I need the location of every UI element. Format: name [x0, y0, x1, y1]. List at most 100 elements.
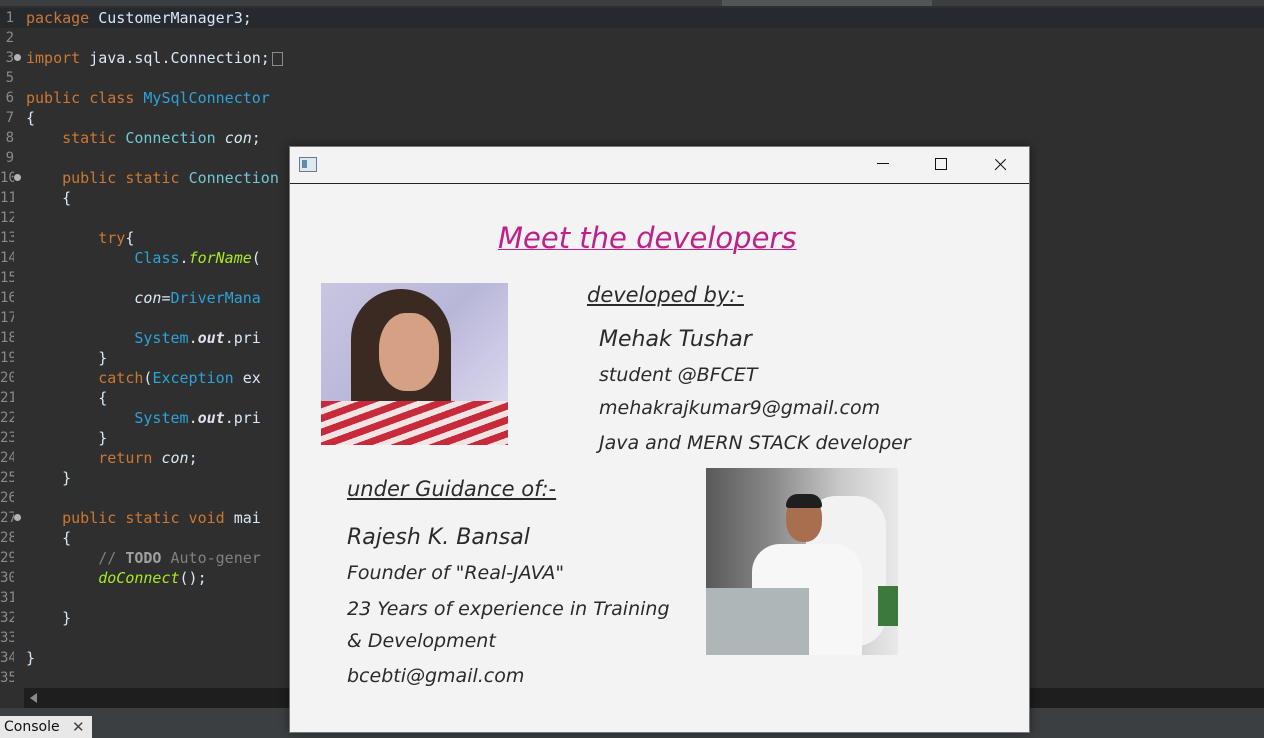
line-number: 20	[0, 370, 14, 386]
code-line[interactable]: 2	[0, 28, 1264, 48]
line-number: 25	[0, 470, 14, 486]
code-text: }	[26, 648, 35, 668]
line-number: 5	[5, 70, 14, 86]
code-token: }	[26, 469, 72, 487]
fold-toggle-icon[interactable]	[14, 54, 21, 61]
code-token: {	[26, 389, 108, 407]
code-token: Class	[134, 249, 180, 267]
fold-toggle-icon[interactable]	[14, 174, 21, 181]
code-token: =	[161, 289, 171, 307]
minimize-button[interactable]	[853, 147, 911, 183]
code-text: public static void mai	[26, 508, 261, 528]
code-token: //	[98, 549, 126, 567]
line-number: 28	[0, 530, 14, 546]
line-number: 23	[0, 430, 14, 446]
code-text: public static Connection	[26, 168, 279, 188]
code-text: }	[26, 428, 107, 448]
line-number: 30	[0, 570, 14, 586]
code-token: {	[26, 529, 72, 547]
line-number: 7	[5, 110, 14, 126]
line-number: 8	[5, 130, 14, 146]
line-number: 3	[5, 50, 14, 66]
java-window-icon	[299, 157, 317, 172]
code-token: return	[98, 449, 162, 467]
scroll-left-arrow-icon[interactable]	[30, 693, 37, 703]
line-number: 33	[0, 630, 14, 646]
line-number: 16	[0, 290, 14, 306]
photo-face	[379, 313, 439, 391]
line-number: 17	[0, 310, 14, 326]
code-token: static	[62, 129, 126, 147]
code-line[interactable]: 3 import java.sql.Connection;	[0, 48, 1264, 68]
folded-imports-icon[interactable]	[271, 51, 283, 66]
maximize-icon	[935, 158, 947, 170]
code-text: doConnect();	[26, 568, 206, 588]
code-token: System	[134, 329, 189, 347]
code-text: static Connection con;	[26, 128, 261, 148]
dialog-titlebar[interactable]	[290, 147, 1029, 184]
line-number: 27	[0, 510, 14, 526]
fold-toggle-icon[interactable]	[14, 514, 21, 521]
code-token: package	[26, 9, 99, 27]
line-number: 13	[0, 230, 14, 246]
code-token: pri	[233, 329, 261, 347]
maximize-button[interactable]	[911, 147, 969, 183]
code-token: Auto-gener	[161, 549, 261, 567]
line-number: 32	[0, 610, 14, 626]
line-number: 1	[5, 10, 14, 26]
line-number: 35	[0, 670, 14, 686]
tab-console-label: Console	[4, 719, 60, 735]
line-number: 21	[0, 390, 14, 406]
code-token: ex	[242, 369, 261, 387]
code-text: {	[26, 528, 71, 548]
code-line[interactable]: 6 public class MySqlConnector	[0, 88, 1264, 108]
close-button[interactable]	[970, 147, 1028, 183]
code-line[interactable]: 5	[0, 68, 1264, 88]
developer-skills: Java and MERN STACK developer	[599, 432, 911, 454]
code-line[interactable]: 1 package CustomerManager3;	[0, 8, 1264, 28]
code-token: {	[26, 189, 72, 207]
developer-photo	[321, 283, 508, 445]
code-token: public class	[26, 89, 144, 107]
code-text: catch(Exception ex	[26, 368, 261, 388]
line-number: 2	[5, 30, 14, 46]
code-token: out	[197, 329, 225, 347]
close-icon[interactable]: ✕	[72, 716, 85, 738]
code-token: pri	[233, 409, 261, 427]
code-token: .	[224, 329, 234, 347]
page-title: Meet the developers	[498, 221, 797, 255]
code-text: {	[26, 388, 107, 408]
code-line[interactable]: 7{	[0, 108, 1264, 128]
guidance-label: under Guidance of:-	[347, 477, 557, 501]
line-number: 24	[0, 450, 14, 466]
code-text: con=DriverMana	[26, 288, 261, 308]
code-token: Connection	[188, 169, 279, 187]
mentor-name: Rajesh K. Bansal	[347, 525, 530, 550]
scrollbar-corner	[0, 688, 24, 708]
tab-console[interactable]: Console ✕	[0, 716, 92, 738]
line-number: 10	[0, 170, 14, 186]
code-token: .	[188, 329, 198, 347]
code-text: import java.sql.Connection;	[26, 48, 283, 68]
code-token: mai	[233, 509, 261, 527]
line-number: 14	[0, 250, 14, 266]
code-text: try{	[26, 228, 134, 248]
line-number: 15	[0, 270, 14, 286]
code-token: java.sql.Connection;	[89, 49, 270, 67]
code-token: TODO	[125, 549, 162, 567]
about-dialog: Meet the developers developed by:- Mehak…	[289, 146, 1030, 733]
code-token: DriverMana	[170, 289, 261, 307]
line-number: 18	[0, 330, 14, 346]
code-line[interactable]: 8 static Connection con;	[0, 128, 1264, 148]
line-number: 11	[0, 190, 14, 206]
code-token: con	[161, 449, 189, 467]
code-token: {	[26, 109, 36, 127]
